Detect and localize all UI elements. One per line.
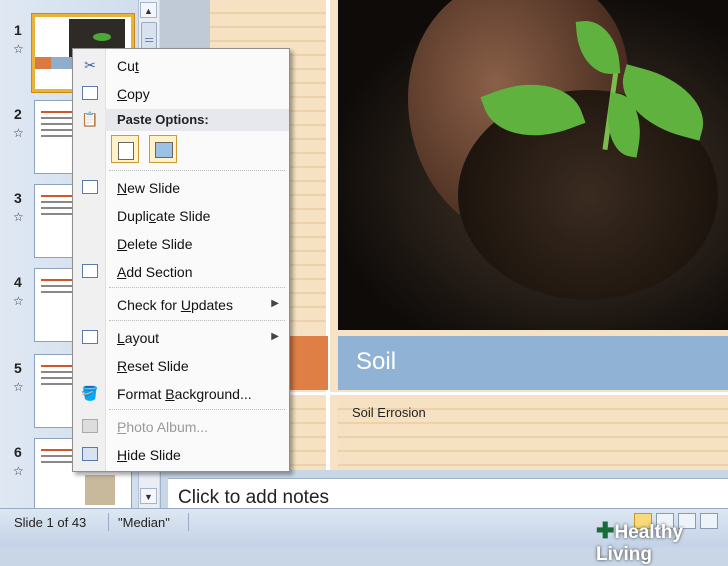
transition-star-icon: ☆	[13, 210, 24, 224]
clipboard-icon: 📋	[81, 111, 99, 127]
slide-counter: Slide 1 of 43	[14, 515, 87, 530]
menu-label: Photo Album...	[117, 419, 209, 435]
transition-star-icon: ☆	[13, 126, 24, 140]
menu-item-new-slide[interactable]: New Slide	[73, 175, 289, 201]
slide-number: 6	[14, 444, 22, 460]
slide-title-placeholder[interactable]: Soil	[338, 336, 728, 390]
menu-label: Hide Slide	[117, 447, 181, 463]
menu-item-add-section[interactable]: Add Section	[73, 259, 289, 285]
notes-pane[interactable]: Click to add notes	[168, 478, 728, 509]
menu-label: Delete Slide	[117, 236, 193, 252]
transition-star-icon: ☆	[13, 464, 24, 478]
menu-item-hide-slide[interactable]: Hide Slide	[73, 442, 289, 468]
menu-item-reset-slide[interactable]: Reset Slide	[73, 353, 289, 379]
submenu-arrow-icon: ▶	[271, 298, 279, 309]
slide-number: 5	[14, 360, 22, 376]
menu-item-copy[interactable]: Copy	[73, 81, 289, 107]
add-section-icon	[81, 263, 99, 280]
thumbnail-leaf	[93, 33, 111, 41]
status-separator	[188, 513, 189, 531]
slide-number: 3	[14, 190, 22, 206]
copy-icon	[81, 85, 99, 102]
status-separator	[108, 513, 109, 531]
menu-label: Layout	[117, 330, 160, 346]
theme-name[interactable]: "Median"	[118, 515, 170, 530]
notes-placeholder: Click to add notes	[178, 487, 330, 508]
menu-label: New Slide	[117, 180, 181, 196]
paint-bucket-icon: 🪣	[81, 385, 99, 401]
transition-star-icon: ☆	[13, 294, 24, 308]
submenu-arrow-icon: ▶	[271, 331, 279, 342]
transition-star-icon: ☆	[13, 380, 24, 394]
paste-options-header: Paste Options:	[105, 109, 289, 131]
paste-picture-icon[interactable]	[149, 135, 177, 163]
menu-label: Check for Updates	[117, 297, 233, 313]
menu-separator	[109, 287, 285, 288]
menu-separator	[109, 320, 285, 321]
slide-number: 1	[14, 22, 22, 38]
menu-item-format-background[interactable]: 🪣 Format Background...	[73, 381, 289, 407]
thumbnail-accent	[35, 57, 51, 69]
slide-number: 4	[14, 274, 22, 290]
scroll-down-icon[interactable]: ▼	[140, 488, 157, 504]
menu-label: Copy	[117, 86, 150, 102]
slide-divider	[326, 0, 330, 470]
menu-separator	[109, 409, 285, 410]
paste-keep-text-icon[interactable]	[111, 135, 139, 163]
photo-album-icon	[81, 418, 99, 435]
menu-label: Format Background...	[117, 386, 252, 402]
transition-star-icon: ☆	[13, 42, 24, 56]
menu-item-cut[interactable]: ✂ Cut	[73, 53, 289, 79]
menu-item-check-updates[interactable]: Check for Updates ▶	[73, 292, 289, 318]
layout-icon	[81, 329, 99, 346]
context-menu: ✂ Cut Copy 📋 Paste Options: New Slide Du…	[72, 48, 290, 472]
slide-subtitle-placeholder[interactable]: Soil Errosion	[338, 396, 728, 470]
menu-label: Add Section	[117, 264, 193, 280]
new-slide-icon	[81, 179, 99, 196]
watermark: ✚Healthy Living	[596, 518, 728, 566]
hide-slide-icon	[81, 446, 99, 463]
slide-photo[interactable]	[338, 0, 728, 330]
slide-title: Soil	[356, 348, 397, 375]
menu-separator	[109, 170, 285, 171]
menu-label: Cut	[117, 58, 139, 74]
slide-subtitle: Soil Errosion	[352, 405, 426, 420]
thumbnail-photo	[85, 475, 115, 505]
menu-item-duplicate-slide[interactable]: Duplicate Slide	[73, 203, 289, 229]
menu-label: Duplicate Slide	[117, 208, 211, 224]
scroll-up-icon[interactable]: ▲	[140, 2, 157, 18]
menu-item-photo-album: Photo Album...	[73, 414, 289, 440]
watermark-plus-icon: ✚	[596, 518, 615, 543]
scissors-icon: ✂	[84, 57, 96, 73]
menu-item-layout[interactable]: Layout ▶	[73, 325, 289, 351]
menu-item-delete-slide[interactable]: Delete Slide	[73, 231, 289, 257]
menu-label: Reset Slide	[117, 358, 189, 374]
slide-number: 2	[14, 106, 22, 122]
